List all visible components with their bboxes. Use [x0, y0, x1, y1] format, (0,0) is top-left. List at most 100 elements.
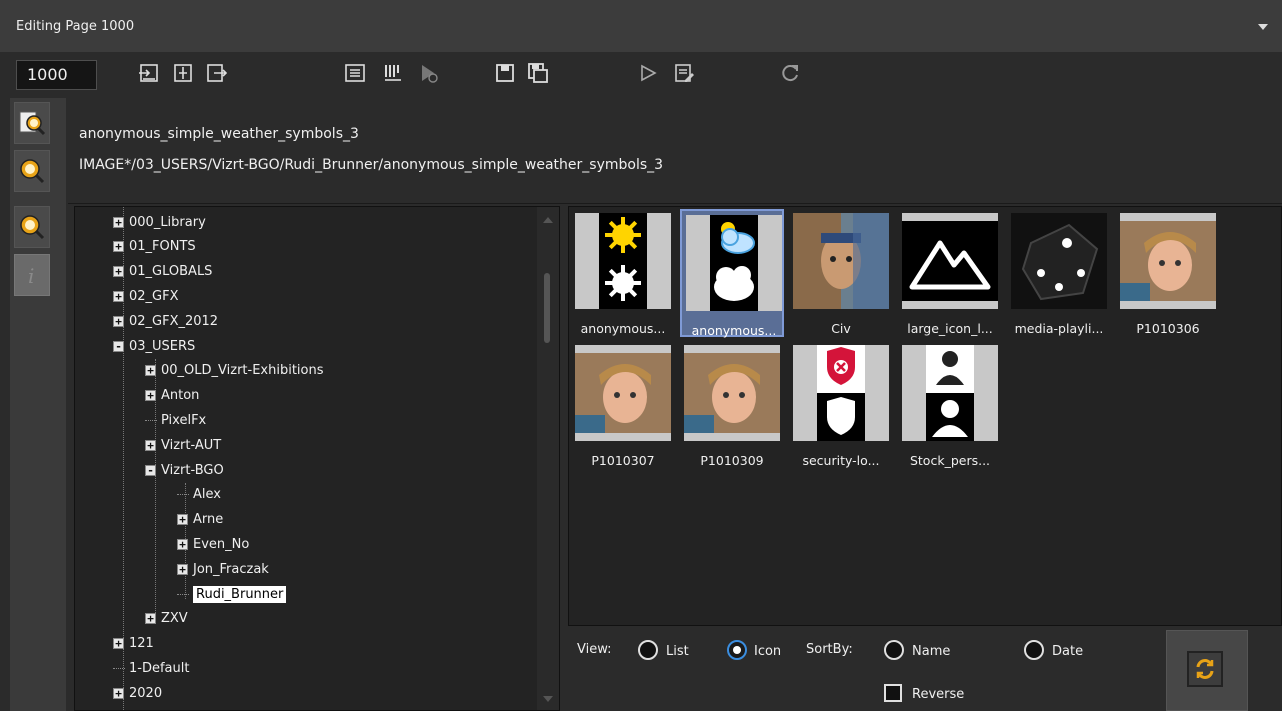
expand-icon[interactable]: +	[145, 390, 156, 402]
tree-item[interactable]: 1-Default	[113, 657, 189, 679]
chevron-down-icon[interactable]	[1258, 24, 1268, 30]
view-label: View:	[577, 642, 612, 657]
thumbnail-tile[interactable]: large_icon_l...	[898, 209, 1002, 337]
tree-item[interactable]: + Jon_Fraczak	[177, 558, 269, 580]
sort-date-radio[interactable]	[1024, 640, 1044, 660]
view-controls: View: List Icon SortBy: Name Date Revers…	[568, 628, 1282, 711]
export-icon[interactable]	[205, 62, 227, 84]
view-icon-radio[interactable]	[727, 640, 747, 660]
expand-icon[interactable]: +	[113, 266, 124, 278]
insert-icon[interactable]	[344, 62, 366, 84]
stack-icon[interactable]	[382, 62, 404, 84]
expand-icon[interactable]: +	[177, 514, 188, 526]
tree-item[interactable]: + Vizrt-AUT	[145, 434, 221, 456]
folder-tree[interactable]: +000_Library +01_FONTS +01_GLOBALS +02_GFX +…	[74, 206, 560, 711]
browse-folder-icon[interactable]	[14, 102, 50, 144]
thumbnail-tile[interactable]: P1010309	[680, 341, 784, 469]
tree-scrollbar[interactable]	[537, 207, 559, 710]
thumbnail-tile[interactable]: security-lo...	[789, 341, 893, 469]
expand-icon[interactable]: +	[113, 241, 124, 253]
expand-icon[interactable]: +	[177, 538, 188, 550]
thumbnail-tile[interactable]: Stock_pers...	[898, 341, 1002, 469]
tree-item-label: PixelFx	[161, 412, 207, 428]
tree-item[interactable]: + ZXV	[145, 608, 188, 630]
reverse-checkbox[interactable]	[884, 684, 902, 702]
collapse-icon[interactable]: -	[113, 340, 124, 352]
zoom-search-icon[interactable]	[14, 206, 50, 248]
tree-item-label: 121	[129, 636, 154, 652]
scroll-thumb[interactable]	[544, 273, 550, 343]
tree-item[interactable]: +01_GLOBALS	[113, 261, 212, 283]
thumbnail-caption: Stock_pers...	[909, 453, 991, 468]
info-icon[interactable]: i	[14, 254, 50, 296]
refresh-icon	[1187, 651, 1223, 687]
thumbnail-image	[684, 345, 780, 441]
reload-icon[interactable]	[779, 62, 801, 84]
expand-icon[interactable]: +	[113, 315, 124, 327]
side-toolbar: i	[10, 98, 66, 711]
expand-icon[interactable]: +	[113, 216, 124, 228]
tree-item[interactable]: PixelFx	[145, 409, 206, 431]
sort-name-radio[interactable]	[884, 640, 904, 660]
expand-icon[interactable]: +	[113, 638, 124, 650]
tree-item-label: Vizrt-BGO	[161, 462, 224, 478]
tree-item[interactable]: Rudi_Brunner	[177, 583, 287, 605]
thumbnail-image	[575, 345, 671, 441]
tree-item[interactable]: -03_USERS	[113, 335, 195, 357]
tree-item[interactable]: +00_OLD_Vizrt-Exhibitions	[145, 360, 324, 382]
scheduled-play-icon[interactable]	[418, 62, 440, 84]
expand-icon[interactable]: +	[145, 613, 156, 625]
expand-icon[interactable]: +	[145, 365, 156, 377]
thumbnail-caption: large_icon_l...	[907, 321, 993, 336]
sort-date-label[interactable]: Date	[1052, 644, 1083, 659]
tree-item[interactable]: +02_GFX	[113, 285, 179, 307]
thumbnail-tile[interactable]: anonymous...	[571, 209, 675, 337]
tree-item[interactable]: +01_FONTS	[113, 236, 196, 258]
tree-item[interactable]: + Arne	[177, 509, 223, 531]
tree-item[interactable]: - Vizrt-BGO	[145, 459, 224, 481]
import-icon[interactable]	[138, 62, 160, 84]
sort-name-label[interactable]: Name	[912, 644, 950, 659]
view-list-label[interactable]: List	[666, 644, 689, 659]
tree-item[interactable]: +02_GFX_2012	[113, 310, 218, 332]
sortby-label: SortBy:	[806, 642, 853, 657]
tree-item-label: Rudi_Brunner	[193, 585, 287, 603]
edit-icon[interactable]	[673, 62, 695, 84]
thumbnail-tile[interactable]: media-playli...	[1007, 209, 1111, 337]
tree-item-label: Jon_Fraczak	[193, 561, 269, 577]
refresh-button[interactable]	[1166, 630, 1248, 711]
tree-item-label: 02_GFX	[129, 288, 179, 304]
view-icon-label[interactable]: Icon	[754, 644, 781, 659]
tree-item[interactable]: +2020	[113, 682, 162, 704]
expand-icon[interactable]: +	[113, 290, 124, 302]
tree-item[interactable]: +121	[113, 633, 154, 655]
tree-item[interactable]: + Anton	[145, 385, 199, 407]
tree-item-label: Even_No	[193, 536, 250, 552]
split-icon[interactable]	[172, 62, 194, 84]
thumbnail-tile[interactable]: P1010307	[571, 341, 675, 469]
thumbnail-tile[interactable]: P1010306	[1116, 209, 1220, 337]
scroll-down-icon[interactable]	[543, 696, 553, 702]
play-icon[interactable]	[637, 62, 659, 84]
expand-icon[interactable]: +	[113, 687, 124, 699]
tree-item-label: Alex	[193, 487, 221, 503]
tree-item[interactable]: + Even_No	[177, 533, 249, 555]
thumbnail-image	[1011, 213, 1107, 309]
page-number-field[interactable]: 1000	[16, 60, 97, 90]
tree-item-label: 02_GFX_2012	[129, 313, 219, 329]
tree-item[interactable]: +000_Library	[113, 211, 206, 233]
reverse-label[interactable]: Reverse	[912, 687, 964, 702]
save-as-icon[interactable]	[527, 62, 549, 84]
thumbnail-tile[interactable]: anonymous...	[680, 209, 784, 338]
view-list-radio[interactable]	[638, 640, 658, 660]
expand-icon[interactable]: +	[145, 439, 156, 451]
tree-item-label: Vizrt-AUT	[161, 437, 222, 453]
thumbnail-tile[interactable]: Civ	[789, 209, 893, 337]
collapse-icon[interactable]: -	[145, 464, 156, 476]
thumbnail-image	[575, 213, 671, 309]
tree-item[interactable]: Alex	[177, 484, 221, 506]
save-icon[interactable]	[494, 62, 516, 84]
expand-icon[interactable]: +	[177, 563, 188, 575]
search-icon[interactable]	[14, 150, 50, 192]
scroll-up-icon[interactable]	[543, 217, 553, 223]
